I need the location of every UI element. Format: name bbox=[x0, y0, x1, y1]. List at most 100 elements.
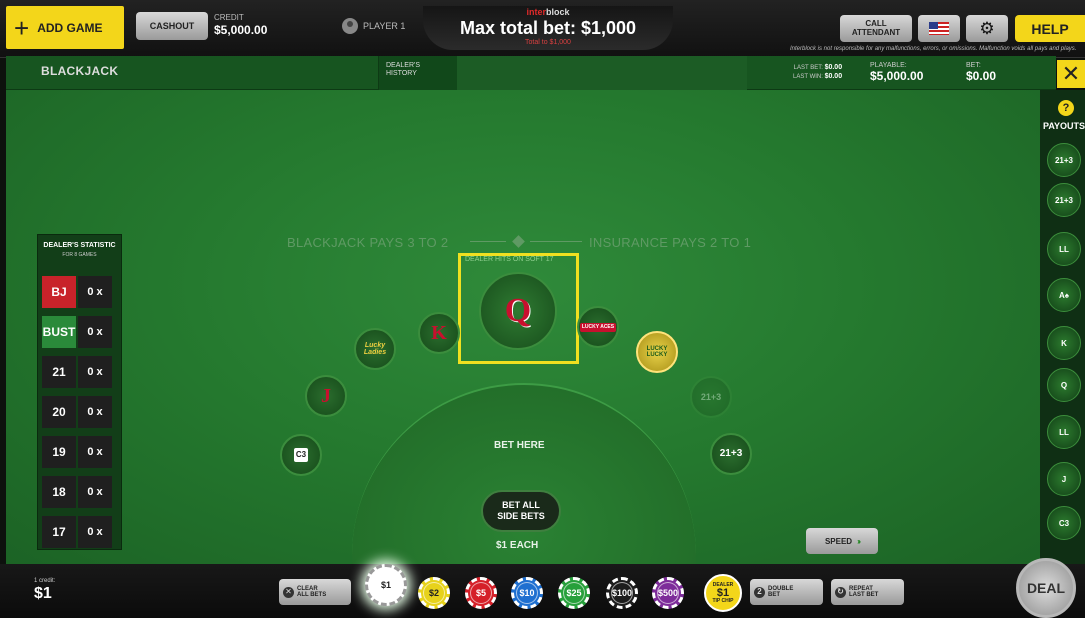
chip-25-button[interactable]: $25 bbox=[558, 577, 590, 609]
kings-side-bet-spot[interactable]: K bbox=[418, 312, 460, 354]
payout-item-21+3-alt-icon[interactable]: 21+3 bbox=[1047, 183, 1081, 217]
payout-item-lucky-ladies-icon[interactable]: LL bbox=[1047, 415, 1081, 449]
payout-item-21+3-icon[interactable]: 21+3 bbox=[1047, 143, 1081, 177]
bet-all-label-2: SIDE BETS bbox=[497, 511, 545, 521]
clear-label-2: ALL BETS bbox=[297, 592, 327, 598]
queen-icon: Q bbox=[1060, 380, 1068, 390]
statistic-row: 20 0 x bbox=[42, 396, 112, 428]
playable-value: $5,000.00 bbox=[870, 69, 924, 83]
credit-display: CREDIT $5,000.00 bbox=[214, 13, 267, 37]
payouts-help-icon[interactable]: ? bbox=[1058, 100, 1074, 116]
statistic-row: BUST 0 x bbox=[42, 316, 112, 348]
statistic-count: 0 x bbox=[78, 476, 112, 508]
cashout-button[interactable]: CASHOUT bbox=[136, 12, 208, 40]
bet-here-text: BET HERE bbox=[494, 440, 545, 451]
jack-side-bet-spot[interactable]: J bbox=[305, 375, 347, 417]
repeat-icon: ↻ bbox=[835, 586, 846, 598]
avatar-icon bbox=[342, 18, 358, 34]
chip-2-button[interactable]: $2 bbox=[418, 577, 450, 609]
side-bet-each-text: $1 EACH bbox=[496, 540, 539, 551]
lucky-ladies-icon: LL bbox=[1059, 427, 1069, 437]
21+3-icon: 21+3 bbox=[1054, 155, 1074, 165]
last-bet-label: LAST BET: bbox=[793, 65, 823, 71]
lucky-aces-spot[interactable]: LUCKY ACES bbox=[577, 306, 619, 348]
chip-10-button[interactable]: $10 bbox=[511, 577, 543, 609]
player-label: PLAYER 1 bbox=[363, 21, 406, 31]
dealer-history-label: DEALER'S HISTORY bbox=[386, 62, 420, 77]
lucky-lucky-spot[interactable]: LUCKY LUCKY bbox=[636, 331, 678, 373]
dealer-statistic-subtitle: FOR 8 GAMES bbox=[62, 252, 97, 258]
player-indicator: PLAYER 1 bbox=[342, 18, 405, 34]
dealer-tip-chip[interactable]: DEALER $1 TIP CHIP bbox=[704, 574, 742, 612]
chip-1-button[interactable]: $1 bbox=[365, 564, 407, 606]
ghost-21-3-icon: 21+3 bbox=[700, 391, 722, 402]
jack-icon: J bbox=[321, 385, 331, 407]
statistic-row: 17 0 x bbox=[42, 516, 112, 548]
help-button[interactable]: HELP bbox=[1015, 15, 1085, 42]
close-icon: ✕ bbox=[283, 586, 294, 598]
chip-5-button[interactable]: $5 bbox=[465, 577, 497, 609]
payout-item-c3-icon[interactable]: C3 bbox=[1047, 506, 1081, 540]
statistic-key: BJ bbox=[42, 276, 76, 308]
settings-button[interactable]: ⚙ bbox=[966, 15, 1008, 42]
bet-all-side-bets-button[interactable]: BET ALL SIDE BETS bbox=[481, 490, 561, 532]
gear-icon: ⚙ bbox=[979, 18, 995, 38]
max-bet-subtext: Total to $1,000 bbox=[525, 39, 571, 46]
dealer-history-track bbox=[457, 56, 747, 90]
dealer-statistic-title: DEALER'S STATISTIC bbox=[43, 242, 116, 249]
payout-item-king-icon[interactable]: K bbox=[1047, 326, 1081, 360]
game-title: BLACKJACK bbox=[41, 64, 119, 78]
payout-item-lucky-lucky-icon[interactable]: LL bbox=[1047, 232, 1081, 266]
chip-value: $100 bbox=[611, 582, 633, 604]
statistic-key: 19 bbox=[42, 436, 76, 468]
payout-item-queen-icon[interactable]: Q bbox=[1047, 368, 1081, 402]
lucky-ladies-spot[interactable]: Lucky Ladies bbox=[354, 328, 396, 370]
payout-item-jack-icon[interactable]: J bbox=[1047, 462, 1081, 496]
max-bet-banner: interblock Max total bet: $1,000 Total t… bbox=[423, 6, 673, 50]
bet-all-label-1: BET ALL bbox=[502, 500, 540, 511]
last-bet-win: LAST BET: $0.00 LAST WIN: $0.00 bbox=[793, 64, 842, 82]
insurance-pays-text: INSURANCE PAYS 2 TO 1 bbox=[589, 235, 752, 250]
statistic-row: 19 0 x bbox=[42, 436, 112, 468]
statistic-count: 0 x bbox=[78, 436, 112, 468]
dealer-history-label-1: DEALER'S bbox=[386, 62, 421, 69]
chip-value: $5 bbox=[470, 582, 492, 604]
call-attendant-button[interactable]: CALL ATTENDANT bbox=[840, 15, 912, 42]
double-bet-button[interactable]: 2 DOUBLE BET bbox=[750, 579, 823, 605]
chip-500-button[interactable]: $500 bbox=[652, 577, 684, 609]
top-bar: + ADD GAME CASHOUT CREDIT $5,000.00 PLAY… bbox=[0, 0, 1085, 58]
ghost-21-3-spot: 21+3 bbox=[690, 376, 732, 418]
chip-value: $500 bbox=[657, 582, 679, 604]
chip-value: $2 bbox=[423, 582, 445, 604]
lucky-ladies-icon: Lucky Ladies bbox=[363, 342, 387, 356]
rule-line-right bbox=[530, 241, 582, 242]
payouts-label: PAYOUTS bbox=[1043, 121, 1085, 131]
plus-icon: + bbox=[14, 12, 30, 43]
last-bet-value: $0.00 bbox=[824, 64, 843, 71]
c3-card-icon: C3 bbox=[293, 448, 309, 462]
statistic-key: 18 bbox=[42, 476, 76, 508]
language-button[interactable] bbox=[918, 15, 960, 42]
playable-display: PLAYABLE: $5,000.00 bbox=[870, 62, 923, 82]
clear-all-bets-button[interactable]: ✕ CLEAR ALL BETS bbox=[279, 579, 351, 605]
c3-side-bet-spot[interactable]: C3 bbox=[280, 434, 322, 476]
statistic-count: 0 x bbox=[78, 316, 112, 348]
statistic-row: BJ 0 x bbox=[42, 276, 112, 308]
chip-100-button[interactable]: $100 bbox=[606, 577, 638, 609]
repeat-last-bet-button[interactable]: ↻ REPEAT LAST BET bbox=[831, 579, 904, 605]
statistic-count: 0 x bbox=[78, 396, 112, 428]
close-button[interactable]: ✕ bbox=[1057, 60, 1085, 88]
speed-button[interactable]: SPEED ››› bbox=[806, 528, 878, 554]
add-game-label: ADD GAME bbox=[37, 20, 103, 35]
chip-value: $10 bbox=[516, 582, 538, 604]
credit-label: CREDIT bbox=[214, 13, 244, 22]
21-3-side-bet-spot[interactable]: 21+3 bbox=[710, 433, 752, 475]
statistic-row: 18 0 x bbox=[42, 476, 112, 508]
playable-label: PLAYABLE: bbox=[870, 62, 907, 69]
deal-button[interactable]: DEAL bbox=[1016, 558, 1076, 618]
call-attendant-label-2: ATTENDANT bbox=[851, 27, 901, 37]
payout-item-lucky-aces-icon[interactable]: A♠ bbox=[1047, 278, 1081, 312]
add-game-button[interactable]: + ADD GAME bbox=[6, 6, 124, 49]
21-3-icon: 21+3 bbox=[719, 448, 743, 459]
dealer-history-label-2: HISTORY bbox=[386, 69, 417, 77]
